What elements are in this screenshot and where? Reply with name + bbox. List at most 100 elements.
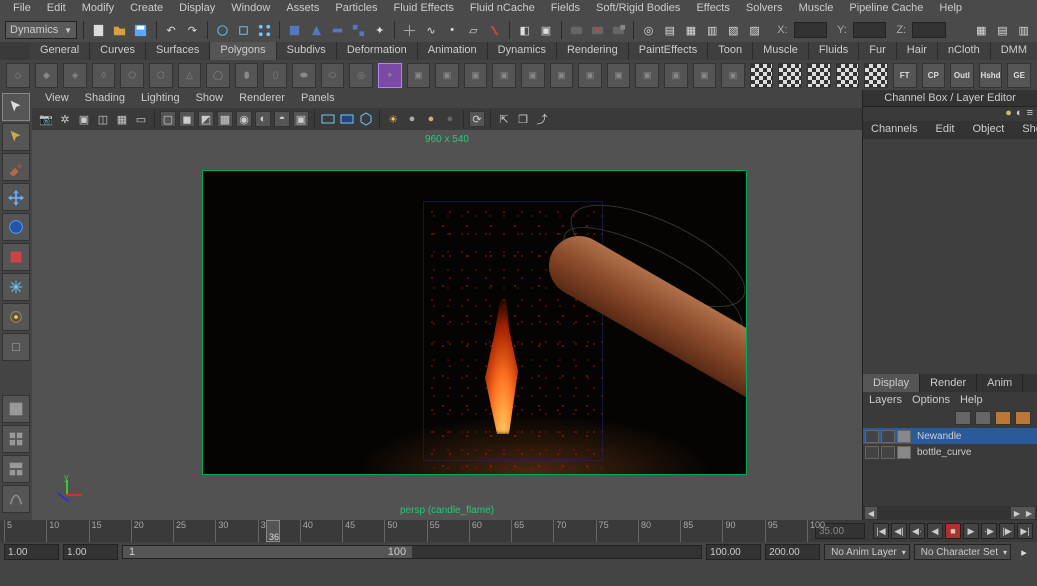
vp-menu-renderer[interactable]: Renderer	[231, 90, 293, 108]
range-slider[interactable]: 1 100	[122, 545, 702, 559]
step-fwd-key-button[interactable]: |▶	[999, 523, 1015, 539]
vp-shadows-icon[interactable]: ◐	[255, 111, 271, 127]
shelf-tab-animation[interactable]: Animation	[418, 42, 488, 60]
shelf-poly-icon-4[interactable]: ⬠	[120, 63, 144, 88]
range-thumb[interactable]: 1 100	[123, 546, 412, 558]
playhead[interactable]: 36	[266, 520, 280, 542]
anim-start-field[interactable]: 1.00	[4, 544, 59, 560]
shelf-checker-icon-1[interactable]	[778, 63, 802, 88]
layer-type-box[interactable]	[881, 430, 895, 443]
module-dropdown[interactable]: Dynamics ▼	[5, 21, 77, 39]
select-comp-icon[interactable]	[256, 21, 273, 39]
layer-row[interactable]: bottle_curve	[863, 444, 1037, 460]
shelf-tool-icon-11[interactable]: ▣	[721, 63, 745, 88]
layer-add-icon[interactable]	[995, 411, 1011, 425]
shelf-tab-deformation[interactable]: Deformation	[337, 42, 418, 60]
shelf-tab-fur[interactable]: Fur	[859, 42, 897, 60]
vp-xray-icon[interactable]	[320, 111, 336, 127]
vp-image-plane-icon[interactable]: ▣	[76, 111, 92, 127]
menu-softrigidbodies[interactable]: Soft/Rigid Bodies	[588, 0, 688, 18]
step-back-button[interactable]: ◀·	[909, 523, 925, 539]
select-tool[interactable]	[2, 93, 30, 121]
layer-vis-box[interactable]	[865, 446, 879, 459]
render-settings-icon[interactable]	[610, 21, 627, 39]
vp-bookmark-icon[interactable]: ✲	[57, 111, 73, 127]
menu-assets[interactable]: Assets	[278, 0, 327, 18]
channel-icon-cube[interactable]: ◐	[1016, 107, 1023, 121]
shelf-poly-icon-7[interactable]: ◯	[206, 63, 230, 88]
scroll-right-icon[interactable]: ▶	[1011, 507, 1023, 519]
shelf-poly-icon-5[interactable]: ⬡	[149, 63, 173, 88]
autokey-icon[interactable]: ▸	[1015, 543, 1033, 561]
layer-tab-render[interactable]: Render	[920, 374, 977, 392]
shelf-tool-icon-8[interactable]: ▣	[635, 63, 659, 88]
layer-menu-layers[interactable]: Layers	[869, 394, 902, 406]
shelf-label-ge[interactable]: GE	[1007, 63, 1031, 88]
graph-icon[interactable]: ▦	[682, 21, 699, 39]
render-icon[interactable]	[567, 21, 584, 39]
shelf-tool-icon-1[interactable]: ▣	[435, 63, 459, 88]
vp-textured-icon[interactable]: ▩	[217, 111, 233, 127]
shelf-tool-icon-6[interactable]: ▣	[578, 63, 602, 88]
scale-tool[interactable]	[2, 243, 30, 271]
mask4-icon[interactable]	[350, 21, 367, 39]
shelf-tab-fluids[interactable]: Fluids	[809, 42, 859, 60]
menu-fluideffects[interactable]: Fluid Effects	[386, 0, 462, 18]
select-hier-icon[interactable]	[214, 21, 231, 39]
shelf-poly-icon-13[interactable]: ✦	[378, 63, 402, 88]
vp-cube-icon[interactable]	[358, 111, 374, 127]
layer-menu-help[interactable]: Help	[960, 394, 983, 406]
shelf-tool-icon-3[interactable]: ▣	[492, 63, 516, 88]
vp-menu-lighting[interactable]: Lighting	[133, 90, 188, 108]
sidebar-toggle-1-icon[interactable]: ▦	[973, 21, 990, 39]
shelf-label-cp[interactable]: CP	[922, 63, 946, 88]
play-fwd-button[interactable]: ▶	[963, 523, 979, 539]
mask2-icon[interactable]	[308, 21, 325, 39]
shelf-poly-icon-3[interactable]: ◊	[92, 63, 116, 88]
layer-row[interactable]: Newandle	[863, 428, 1037, 444]
shelf-checker-icon-3[interactable]	[836, 63, 860, 88]
help-icon[interactable]: ▨	[746, 21, 763, 39]
shelf-tool-icon-5[interactable]: ▣	[550, 63, 574, 88]
layer-type-box[interactable]	[881, 446, 895, 459]
channel-menu-object[interactable]: Object	[968, 121, 1008, 139]
paint-select-tool[interactable]	[2, 153, 30, 181]
scroll-left-icon[interactable]: ◀	[865, 507, 877, 519]
vp-ao-icon[interactable]: ◓	[274, 111, 290, 127]
vp-share2-icon[interactable]: ⤴	[534, 111, 550, 127]
layer-tab-display[interactable]: Display	[863, 374, 920, 392]
channel-icon-menu[interactable]: ≡	[1027, 107, 1033, 121]
vp-joints-icon[interactable]	[339, 111, 355, 127]
manip-tool[interactable]	[2, 273, 30, 301]
maya-logo-icon[interactable]	[2, 485, 30, 513]
shelf-poly-icon-10[interactable]: ⬬	[292, 63, 316, 88]
vp-2d-icon[interactable]: ◫	[95, 111, 111, 127]
time-slider[interactable]: 5101520253035404550556065707580859095100…	[0, 520, 1037, 542]
shelf-label-hshd[interactable]: Hshd	[979, 63, 1003, 88]
vp-lights-icon[interactable]: ◉	[236, 111, 252, 127]
menu-file[interactable]: File	[5, 0, 39, 18]
coord-x-input[interactable]	[794, 22, 828, 38]
menu-modify[interactable]: Modify	[74, 0, 122, 18]
shelf-tab-dynamics[interactable]: Dynamics	[488, 42, 557, 60]
anim-layer-dropdown[interactable]: No Anim Layer	[824, 544, 910, 560]
shelf-poly-icon-11[interactable]: ⬭	[321, 63, 345, 88]
vp-menu-view[interactable]: View	[37, 90, 77, 108]
new-scene-icon[interactable]	[90, 21, 107, 39]
shelf-tab-hair[interactable]: Hair	[897, 42, 938, 60]
vp-menu-panels[interactable]: Panels	[293, 90, 343, 108]
shelf-tab-curves[interactable]: Curves	[90, 42, 146, 60]
menu-pipelinecache[interactable]: Pipeline Cache	[841, 0, 931, 18]
move-tool[interactable]	[2, 183, 30, 211]
four-view-icon[interactable]	[2, 425, 30, 453]
menu-muscle[interactable]: Muscle	[791, 0, 842, 18]
menu-edit[interactable]: Edit	[39, 0, 74, 18]
shelf-poly-icon-0[interactable]: ◇	[6, 63, 30, 88]
shelf-poly-icon-9[interactable]: ⬯	[263, 63, 287, 88]
menu-fields[interactable]: Fields	[543, 0, 588, 18]
vp-shaded-icon[interactable]: ◼	[179, 111, 195, 127]
soft-mod-tool[interactable]	[2, 303, 30, 331]
shelf-tab-muscle[interactable]: Muscle	[753, 42, 809, 60]
outliner-icon[interactable]: ▤	[661, 21, 678, 39]
coord-z-input[interactable]	[912, 22, 946, 38]
